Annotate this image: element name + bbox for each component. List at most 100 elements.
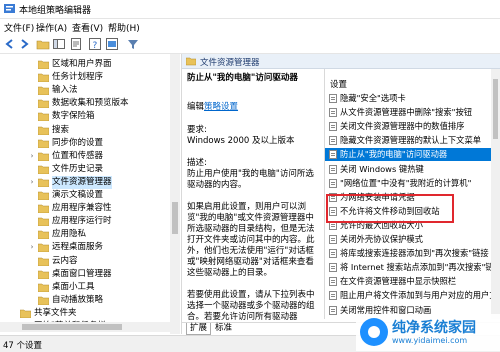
properties-icon[interactable]	[105, 37, 119, 51]
menu-file[interactable]: 文件(F)	[4, 21, 34, 34]
policy-setting-icon	[329, 150, 337, 160]
tree-item-label: 文件资源管理器	[52, 175, 112, 189]
folder-icon	[38, 86, 49, 96]
tree-horizontal-scrollbar-thumb[interactable]	[22, 324, 122, 330]
tree-item-label: 应用程序兼容性	[52, 203, 112, 214]
tree-item-label: 桌面小工具	[52, 281, 95, 292]
menu-bar: 文件(F) 操作(A) 查看(V) 帮助(H)	[0, 19, 500, 34]
title-bar: 本地组策略编辑器	[0, 0, 500, 19]
setting-label: 防止从"我的电脑"访问驱动器	[340, 149, 448, 160]
status-text: 47 个设置	[3, 341, 43, 351]
setting-row[interactable]: 关闭 Windows 键热键	[325, 163, 493, 176]
policy-title: 防止从"我的电脑"访问驱动器	[187, 73, 298, 83]
help-icon[interactable]: ?	[88, 37, 102, 51]
folder-icon	[38, 191, 49, 200]
category-header: 文件资源管理器	[182, 54, 500, 69]
setting-row[interactable]: 隐藏文件资源管理器的默认上下文菜单	[325, 134, 493, 147]
tree-item-label: 数据收集和预览版本	[52, 98, 129, 109]
setting-row[interactable]: 从文件资源管理器中删除"搜索"按钮	[325, 106, 493, 119]
list-scrollbar-thumb[interactable]	[493, 79, 498, 139]
toolbar: ?	[0, 35, 500, 54]
setting-row[interactable]: 将库或搜索连接器添加到"再次搜索"链接	[325, 247, 493, 260]
list-scrollbar[interactable]	[491, 69, 500, 319]
tree-item[interactable]: 应用隐私	[0, 228, 181, 241]
folder-up-icon[interactable]	[36, 37, 50, 51]
setting-row[interactable]: 关闭文件资源管理器中的数值排序	[325, 120, 493, 133]
tree-item[interactable]: 桌面窗口管理器	[0, 268, 181, 281]
tree-item-label: 应用隐私	[52, 229, 87, 240]
folder-icon	[38, 217, 49, 227]
export-list-icon[interactable]	[69, 37, 83, 51]
details-pane: 文件资源管理器 防止从"我的电脑"访问驱动器 编辑策略设置 要求: Window…	[182, 54, 500, 335]
tree-item[interactable]: 云内容	[0, 255, 181, 268]
setting-row[interactable]: 在文件资源管理器中显示快照栏	[325, 275, 493, 288]
tree-item[interactable]: 任务计划程序	[0, 71, 181, 84]
tree-item[interactable]: 演示文稿设置	[0, 189, 181, 202]
setting-row[interactable]: 阻止用户将文件添加到与用户对应的用户文件夹	[325, 289, 493, 302]
menu-help[interactable]: 帮助(H)	[108, 21, 140, 34]
tree-item[interactable]: 输入法	[0, 84, 181, 97]
tab-standard[interactable]: 标准	[212, 323, 235, 334]
tree-item[interactable]: 区域和用户界面	[0, 58, 181, 71]
forward-arrow-icon[interactable]	[17, 37, 31, 51]
tree-item[interactable]: › 文件资源管理器	[0, 175, 181, 189]
setting-row[interactable]: 关闭外壳协议保护模式	[325, 233, 493, 246]
tree-item-label: 区域和用户界面	[52, 59, 112, 69]
tree-vertical-scrollbar[interactable]	[170, 54, 180, 334]
setting-row[interactable]: 隐藏"安全"选项卡	[325, 92, 493, 105]
tree-item[interactable]: 应用程序兼容性	[0, 202, 181, 215]
folder-icon	[38, 100, 49, 109]
setting-row[interactable]: "网络位置"中没有"我附近的计算机"	[325, 177, 493, 190]
expand-chevron-icon[interactable]: ›	[28, 176, 36, 189]
folder-icon	[38, 60, 49, 69]
tree-item[interactable]: › 位置和传感器	[0, 150, 181, 163]
policy-setting-icon	[329, 263, 337, 273]
setting-row[interactable]: 将 Internet 搜索站点添加到"再次搜索"链接	[325, 261, 493, 274]
policy-setting-icon	[329, 305, 337, 315]
folder-icon	[38, 244, 49, 253]
policy-tree: 区域和用户界面任务计划程序 输入法 数据收集和预览版本 数字保险箱 搜索同步你的设置 › 位…	[0, 54, 182, 334]
expand-chevron-icon[interactable]: ›	[28, 150, 36, 163]
tree-item[interactable]: 数字保险箱	[0, 110, 181, 123]
back-arrow-icon[interactable]	[3, 37, 17, 51]
watermark-logo-icon	[360, 318, 388, 346]
tree-item[interactable]: › 远程桌面服务	[0, 241, 181, 254]
setting-label: 隐藏"安全"选项卡	[340, 93, 406, 103]
tree-horizontal-scrollbar[interactable]	[0, 322, 170, 332]
tree-item[interactable]: 数据收集和预览版本	[0, 97, 181, 110]
expand-chevron-icon[interactable]: ›	[28, 241, 36, 254]
tree-item[interactable]: 文件历史记录	[0, 163, 181, 176]
tree-item[interactable]: 桌面小工具	[0, 281, 181, 294]
setting-label: 阻止用户将文件添加到与用户对应的用户文件夹	[340, 290, 493, 301]
menu-view[interactable]: 查看(V)	[72, 21, 103, 34]
setting-label: 将库或搜索连接器添加到"再次搜索"链接	[340, 248, 489, 259]
setting-label: "网络位置"中没有"我附近的计算机"	[340, 177, 472, 188]
description-text: 防止用户使用"我的电脑"访问所选驱动器的内容。	[187, 169, 314, 190]
folder-icon	[38, 178, 49, 187]
tab-extended[interactable]: 扩展	[186, 323, 212, 335]
folder-icon	[38, 139, 49, 148]
policy-setting-icon	[329, 108, 337, 118]
edit-line: 编辑策略设置	[187, 102, 317, 113]
tree-item[interactable]: 搜索	[0, 124, 181, 137]
tree-item-label: 远程桌面服务	[52, 242, 104, 253]
menu-action[interactable]: 操作(A)	[36, 21, 67, 34]
setting-label: 关闭文件资源管理器中的数值排序	[340, 121, 465, 132]
show-hide-tree-icon[interactable]	[52, 37, 66, 51]
setting-label: 在文件资源管理器中显示快照栏	[340, 276, 457, 287]
folder-icon	[38, 73, 49, 83]
tree-item[interactable]: 同步你的设置	[0, 137, 181, 150]
setting-row[interactable]: 防止从"我的电脑"访问驱动器	[325, 148, 493, 162]
tree-vertical-scrollbar-thumb[interactable]	[172, 202, 178, 234]
svg-text:?: ?	[93, 41, 98, 51]
folder-icon	[38, 231, 49, 240]
tree-item[interactable]: 自动播放策略	[0, 294, 181, 307]
filter-icon[interactable]	[126, 37, 140, 51]
column-header-setting[interactable]: 设置	[325, 77, 495, 91]
setting-label: 关闭 Windows 键热键	[340, 163, 424, 174]
edit-policy-link[interactable]: 策略设置	[204, 102, 238, 112]
folder-icon	[38, 283, 49, 292]
tree-item[interactable]: 应用程序运行时	[0, 215, 181, 228]
tree-item-label: 搜索	[52, 124, 70, 135]
tree-item[interactable]: 共享文件夹	[0, 307, 181, 320]
